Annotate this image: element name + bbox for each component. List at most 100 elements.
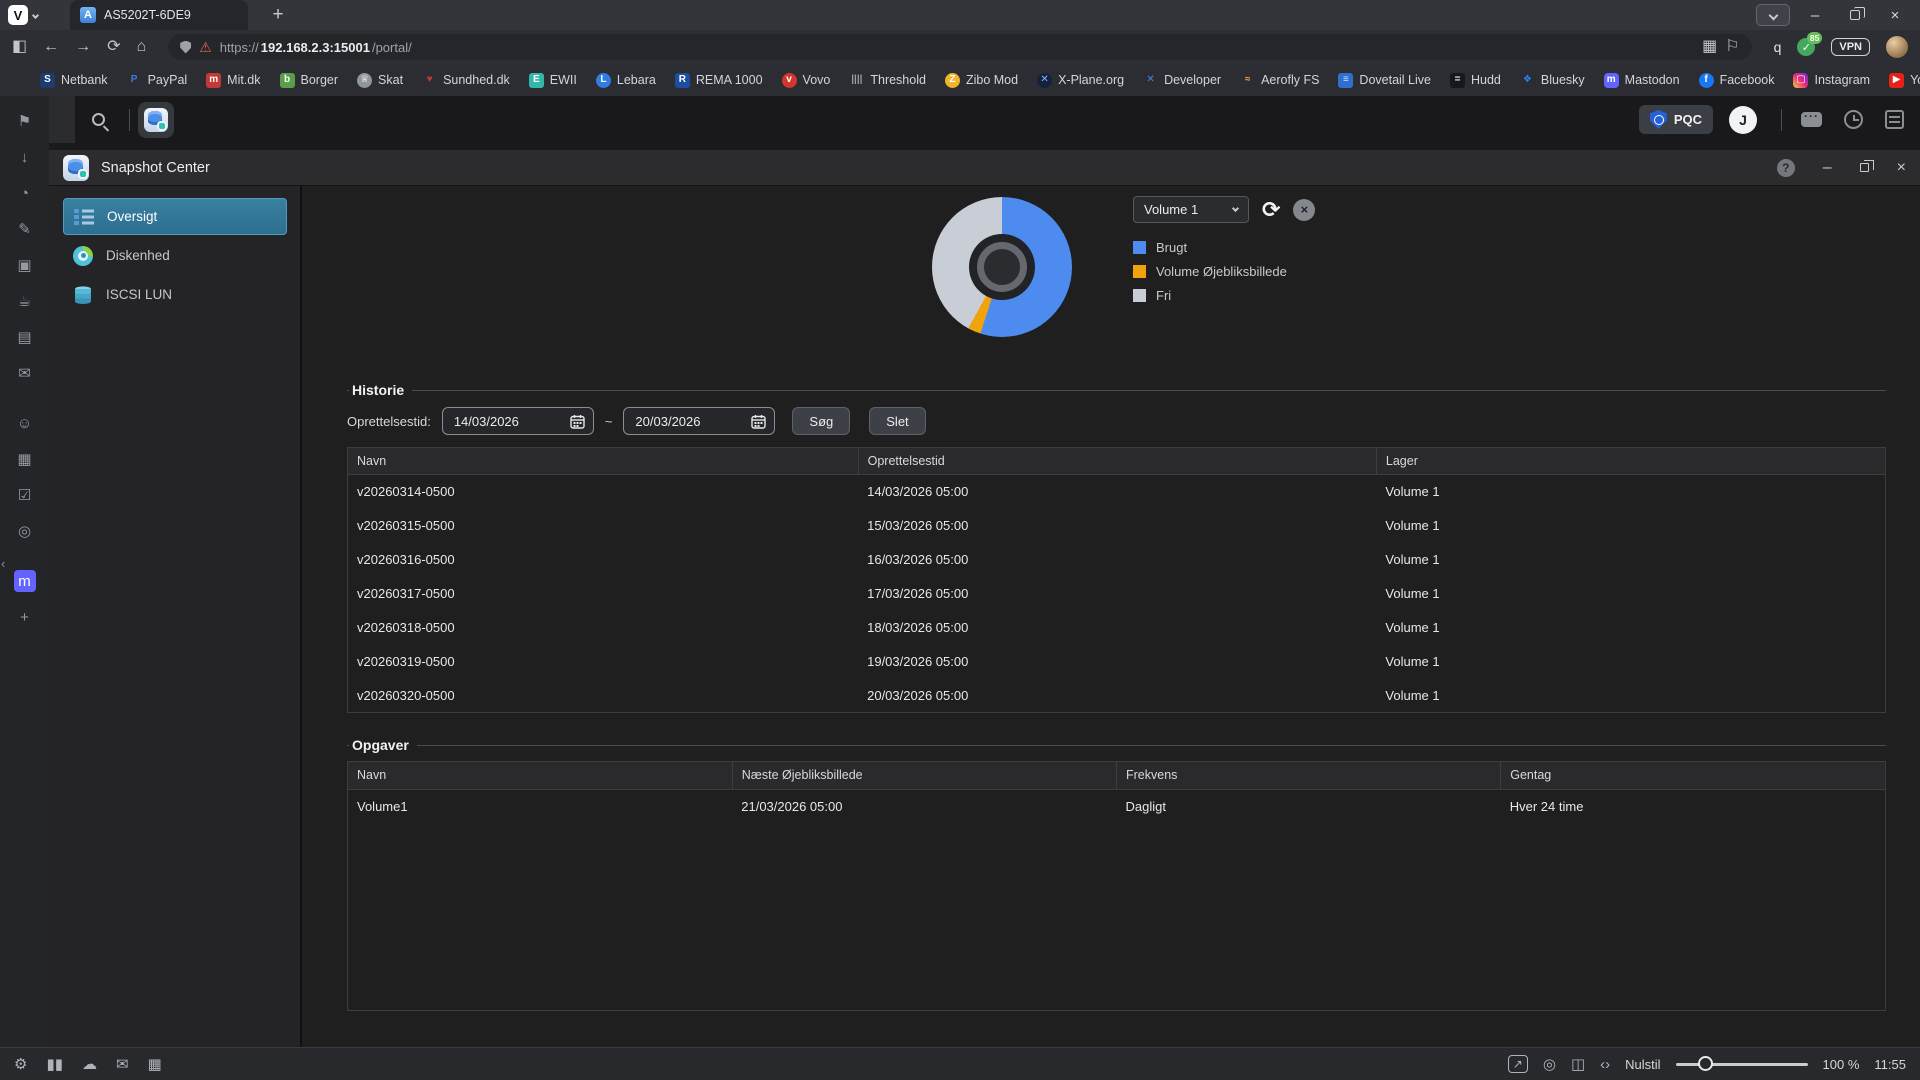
extension-q-icon[interactable]: q xyxy=(1774,39,1782,55)
sessions-panel-icon[interactable]: ☕ xyxy=(14,290,36,312)
url-field[interactable]: ⚠ https:// 192.168.2.3:15001 /portal/ ▦ … xyxy=(168,34,1751,60)
window-close-button[interactable]: × xyxy=(1897,159,1906,177)
bookmark-item[interactable]: b Borger xyxy=(280,73,339,88)
portal-search-button[interactable] xyxy=(75,96,121,143)
bookmark-page-icon[interactable]: ⚐ xyxy=(1725,39,1739,55)
bookmark-item[interactable]: m Mit.dk xyxy=(206,73,260,88)
nav-item-diskenhed[interactable]: Diskenhed xyxy=(63,237,287,274)
downloads-panel-icon[interactable]: ↓ xyxy=(14,146,36,168)
bookmark-item[interactable]: ♕ Skat xyxy=(357,73,403,88)
reading-list-panel-icon[interactable]: ▤ xyxy=(14,326,36,348)
pqc-button[interactable]: PQC xyxy=(1639,105,1713,134)
extension-adblock-icon[interactable]: ✓ 85 xyxy=(1797,38,1815,56)
browser-tab[interactable]: A AS5202T-6DE9 xyxy=(70,0,248,30)
window-minimize-button[interactable]: – xyxy=(1823,159,1832,177)
feeds-panel-icon[interactable]: ◎ xyxy=(14,520,36,542)
nav-item-iscsi-lun[interactable]: ISCSI LUN xyxy=(63,276,287,313)
zoom-reset-button[interactable]: Nulstil xyxy=(1625,1057,1660,1072)
windows-panel-icon[interactable]: ▣ xyxy=(14,254,36,276)
launcher-tile[interactable] xyxy=(49,96,75,143)
vivaldi-menu-chevron-icon[interactable] xyxy=(32,11,39,18)
bookmark-item[interactable]: E EWII xyxy=(529,73,577,88)
bookmark-item[interactable]: m Mastodon xyxy=(1604,73,1680,88)
site-shield-icon[interactable] xyxy=(180,41,191,54)
history-table-row[interactable]: v20260319-0500 19/03/2026 05:00 Volume 1 xyxy=(348,645,1886,679)
notes-panel-icon[interactable]: ✎ xyxy=(14,218,36,240)
bookmark-item[interactable]: L Lebara xyxy=(596,73,656,88)
back-icon[interactable]: ← xyxy=(43,39,59,55)
help-button[interactable]: ? xyxy=(1777,159,1795,177)
history-table-row[interactable]: v20260315-0500 15/03/2026 05:00 Volume 1 xyxy=(348,509,1886,543)
vpn-button[interactable]: VPN xyxy=(1831,38,1870,56)
recent-tasks-icon[interactable] xyxy=(1844,110,1863,129)
bookmark-item[interactable]: v Vovo xyxy=(782,73,831,88)
zoom-slider[interactable] xyxy=(1676,1063,1808,1066)
bookmark-item[interactable]: ▢ Instagram xyxy=(1793,73,1870,88)
calendar-icon[interactable]: ▦ xyxy=(148,1057,162,1072)
browser-profile-avatar[interactable] xyxy=(1886,36,1908,58)
page-actions-icon[interactable]: ‹› xyxy=(1600,1057,1610,1072)
calendar-panel-icon[interactable]: ▦ xyxy=(14,448,36,470)
contacts-panel-icon[interactable]: ☺ xyxy=(14,412,36,434)
reload-icon[interactable]: ⟳ xyxy=(107,39,120,55)
sync-cloud-icon[interactable]: ☁ xyxy=(82,1057,97,1072)
history-table-row[interactable]: v20260317-0500 17/03/2026 05:00 Volume 1 xyxy=(348,577,1886,611)
certificate-warning-icon[interactable]: ⚠ xyxy=(199,39,212,56)
bookmark-item[interactable]: |||| Threshold xyxy=(849,73,926,88)
mastodon-web-panel-icon[interactable]: m xyxy=(14,570,36,592)
window-title-bar[interactable]: Snapshot Center ? – × xyxy=(49,150,1920,186)
qr-code-icon[interactable]: ▦ xyxy=(1702,39,1717,55)
tiling-icon[interactable]: ◫ xyxy=(1571,1057,1585,1072)
bookmark-item[interactable]: f Facebook xyxy=(1699,73,1775,88)
capture-icon[interactable]: ◎ xyxy=(1543,1057,1556,1072)
mail-icon[interactable]: ✉ xyxy=(116,1057,129,1072)
bookmark-item[interactable]: ▶ YouTube xyxy=(1889,73,1920,88)
bookmark-item[interactable]: ✕ X-Plane.org xyxy=(1037,73,1124,88)
tasks-panel-icon[interactable]: ☑ xyxy=(14,484,36,506)
bookmark-item[interactable]: P PayPal xyxy=(127,73,188,88)
tab-dropdown-button[interactable] xyxy=(1756,4,1790,26)
taskbar-app-snapshot-center[interactable] xyxy=(138,102,174,138)
history-table-row[interactable]: v20260316-0500 16/03/2026 05:00 Volume 1 xyxy=(348,543,1886,577)
bookmark-item[interactable]: Z Zibo Mod xyxy=(945,73,1018,88)
history-panel-icon[interactable]: ◔ xyxy=(14,182,36,204)
break-mode-icon[interactable]: ▮▮ xyxy=(46,1057,63,1072)
add-web-panel-icon[interactable]: + xyxy=(14,606,36,628)
history-table-row[interactable]: v20260320-0500 20/03/2026 05:00 Volume 1 xyxy=(348,679,1886,713)
new-tab-button[interactable]: + xyxy=(266,4,290,26)
forward-icon[interactable]: → xyxy=(75,39,91,55)
bookmark-item[interactable]: R REMA 1000 xyxy=(675,73,763,88)
tasks-table-row[interactable]: Volume1 21/03/2026 05:00 Dagligt Hver 24… xyxy=(348,789,1885,823)
date-from-input[interactable]: 14/03/2026 xyxy=(442,407,594,435)
browser-restore-button[interactable] xyxy=(1840,7,1870,24)
mail-panel-icon[interactable]: ✉ xyxy=(14,362,36,384)
panel-toggle-icon[interactable]: ◧ xyxy=(12,39,27,55)
calendar-icon[interactable] xyxy=(570,414,585,429)
calendar-icon[interactable] xyxy=(751,414,766,429)
bookmark-item[interactable]: ≈ Aerofly FS xyxy=(1240,73,1319,88)
browser-close-button[interactable]: × xyxy=(1880,7,1910,24)
bookmark-item[interactable]: ≡ Dovetail Live xyxy=(1338,73,1431,88)
history-table-row[interactable]: v20260314-0500 14/03/2026 05:00 Volume 1 xyxy=(348,475,1886,509)
bookmarks-panel-icon[interactable]: ⚑ xyxy=(14,110,36,132)
history-table-row[interactable]: v20260318-0500 18/03/2026 05:00 Volume 1 xyxy=(348,611,1886,645)
bookmark-item[interactable]: ❖ Bluesky xyxy=(1520,73,1585,88)
clear-selection-icon[interactable]: × xyxy=(1293,199,1315,221)
user-avatar[interactable]: J xyxy=(1729,106,1757,134)
toggle-images-icon[interactable]: ↗ xyxy=(1508,1055,1528,1073)
panel-collapse-arrow[interactable]: ‹ xyxy=(1,556,5,571)
zoom-slider-knob[interactable] xyxy=(1698,1056,1713,1071)
bookmark-item[interactable]: S Netbank xyxy=(40,73,108,88)
vivaldi-menu-button[interactable]: V xyxy=(8,5,28,25)
browser-minimize-button[interactable]: – xyxy=(1800,7,1830,24)
search-button[interactable]: Søg xyxy=(792,407,850,435)
preferences-icon[interactable] xyxy=(1885,110,1904,129)
settings-icon[interactable]: ⚙ xyxy=(14,1057,27,1072)
nav-item-oversigt[interactable]: Oversigt xyxy=(63,198,287,235)
bookmark-item[interactable]: = Hudd xyxy=(1450,73,1501,88)
notifications-icon[interactable] xyxy=(1801,112,1822,127)
window-restore-button[interactable] xyxy=(1860,163,1869,172)
refresh-icon[interactable]: ⟳ xyxy=(1262,199,1280,221)
delete-button[interactable]: Slet xyxy=(869,407,925,435)
date-to-input[interactable]: 20/03/2026 xyxy=(623,407,775,435)
